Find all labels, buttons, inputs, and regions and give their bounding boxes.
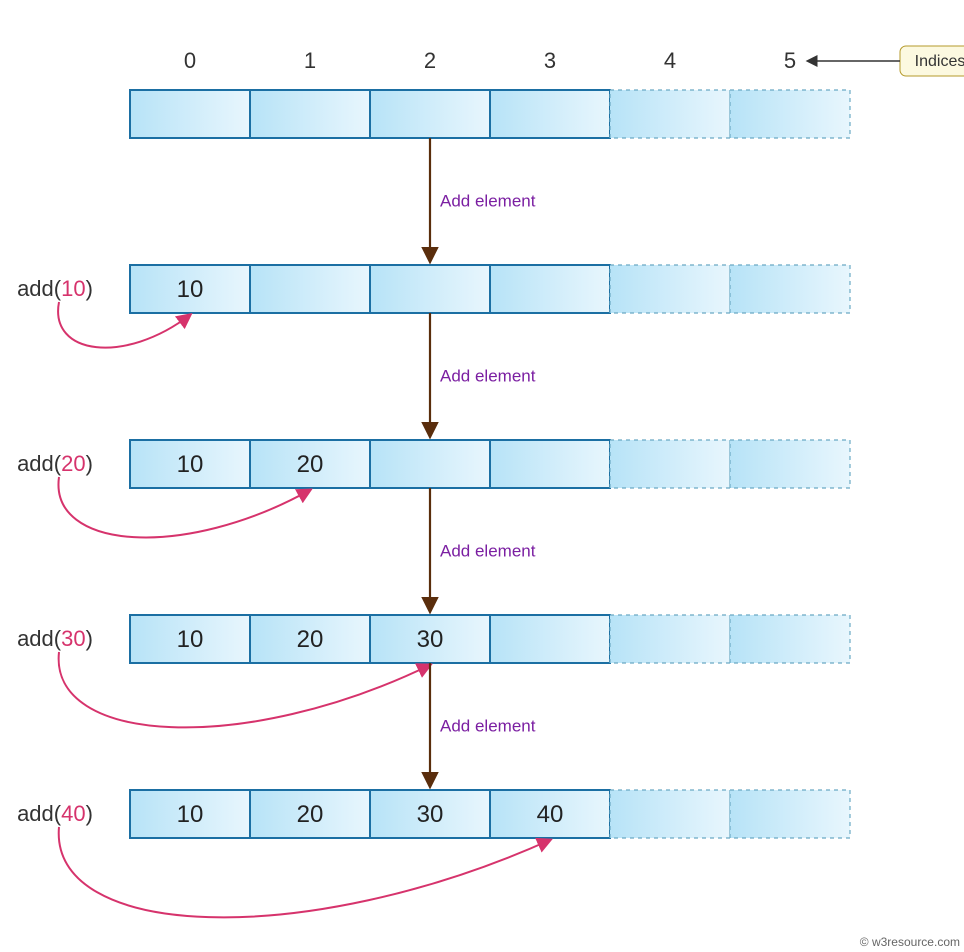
cell-value: 20	[297, 801, 324, 828]
credit-label: © w3resource.com	[860, 935, 960, 949]
add-element-label: Add element	[440, 542, 536, 561]
index-label: 4	[664, 48, 676, 73]
array-cell	[370, 440, 490, 488]
add-call-label: add(30)	[17, 626, 93, 651]
array-cell	[370, 265, 490, 313]
array-cell-capacity	[610, 440, 730, 488]
cell-value: 40	[537, 801, 564, 828]
array-cell-capacity	[730, 265, 850, 313]
array-cell	[130, 90, 250, 138]
array-cell-capacity	[610, 790, 730, 838]
cell-value: 20	[297, 451, 324, 478]
array-cell	[490, 440, 610, 488]
array-cell	[250, 265, 370, 313]
index-label: 2	[424, 48, 436, 73]
array-cell	[490, 90, 610, 138]
cell-value: 10	[177, 626, 204, 653]
add-call-label: add(20)	[17, 451, 93, 476]
array-cell-capacity	[730, 90, 850, 138]
index-label: 5	[784, 48, 796, 73]
index-label: 3	[544, 48, 556, 73]
add-call-label: add(40)	[17, 801, 93, 826]
cell-value: 10	[177, 276, 204, 303]
array-cell-capacity	[730, 615, 850, 663]
cell-value: 10	[177, 451, 204, 478]
indices-tag-label: Indices	[915, 53, 964, 70]
array-cell	[490, 615, 610, 663]
cell-value: 10	[177, 801, 204, 828]
add-element-label: Add element	[440, 367, 536, 386]
add-arrow	[59, 827, 550, 917]
array-cell-capacity	[610, 265, 730, 313]
array-cell	[490, 265, 610, 313]
array-cell-capacity	[730, 790, 850, 838]
index-label: 0	[184, 48, 196, 73]
add-element-label: Add element	[440, 192, 536, 211]
arraylist-add-diagram: 0 1 2 3 4 5 Indices 10 add(10) Add element 10 20 add…	[0, 0, 964, 952]
add-call-label: add(10)	[17, 276, 93, 301]
array-cell-capacity	[610, 615, 730, 663]
array-cell	[370, 90, 490, 138]
array-cell	[250, 90, 370, 138]
add-element-label: Add element	[440, 717, 536, 736]
index-label: 1	[304, 48, 316, 73]
array-cell-capacity	[730, 440, 850, 488]
cell-value: 20	[297, 626, 324, 653]
cell-value: 30	[417, 626, 444, 653]
array-cell-capacity	[610, 90, 730, 138]
cell-value: 30	[417, 801, 444, 828]
